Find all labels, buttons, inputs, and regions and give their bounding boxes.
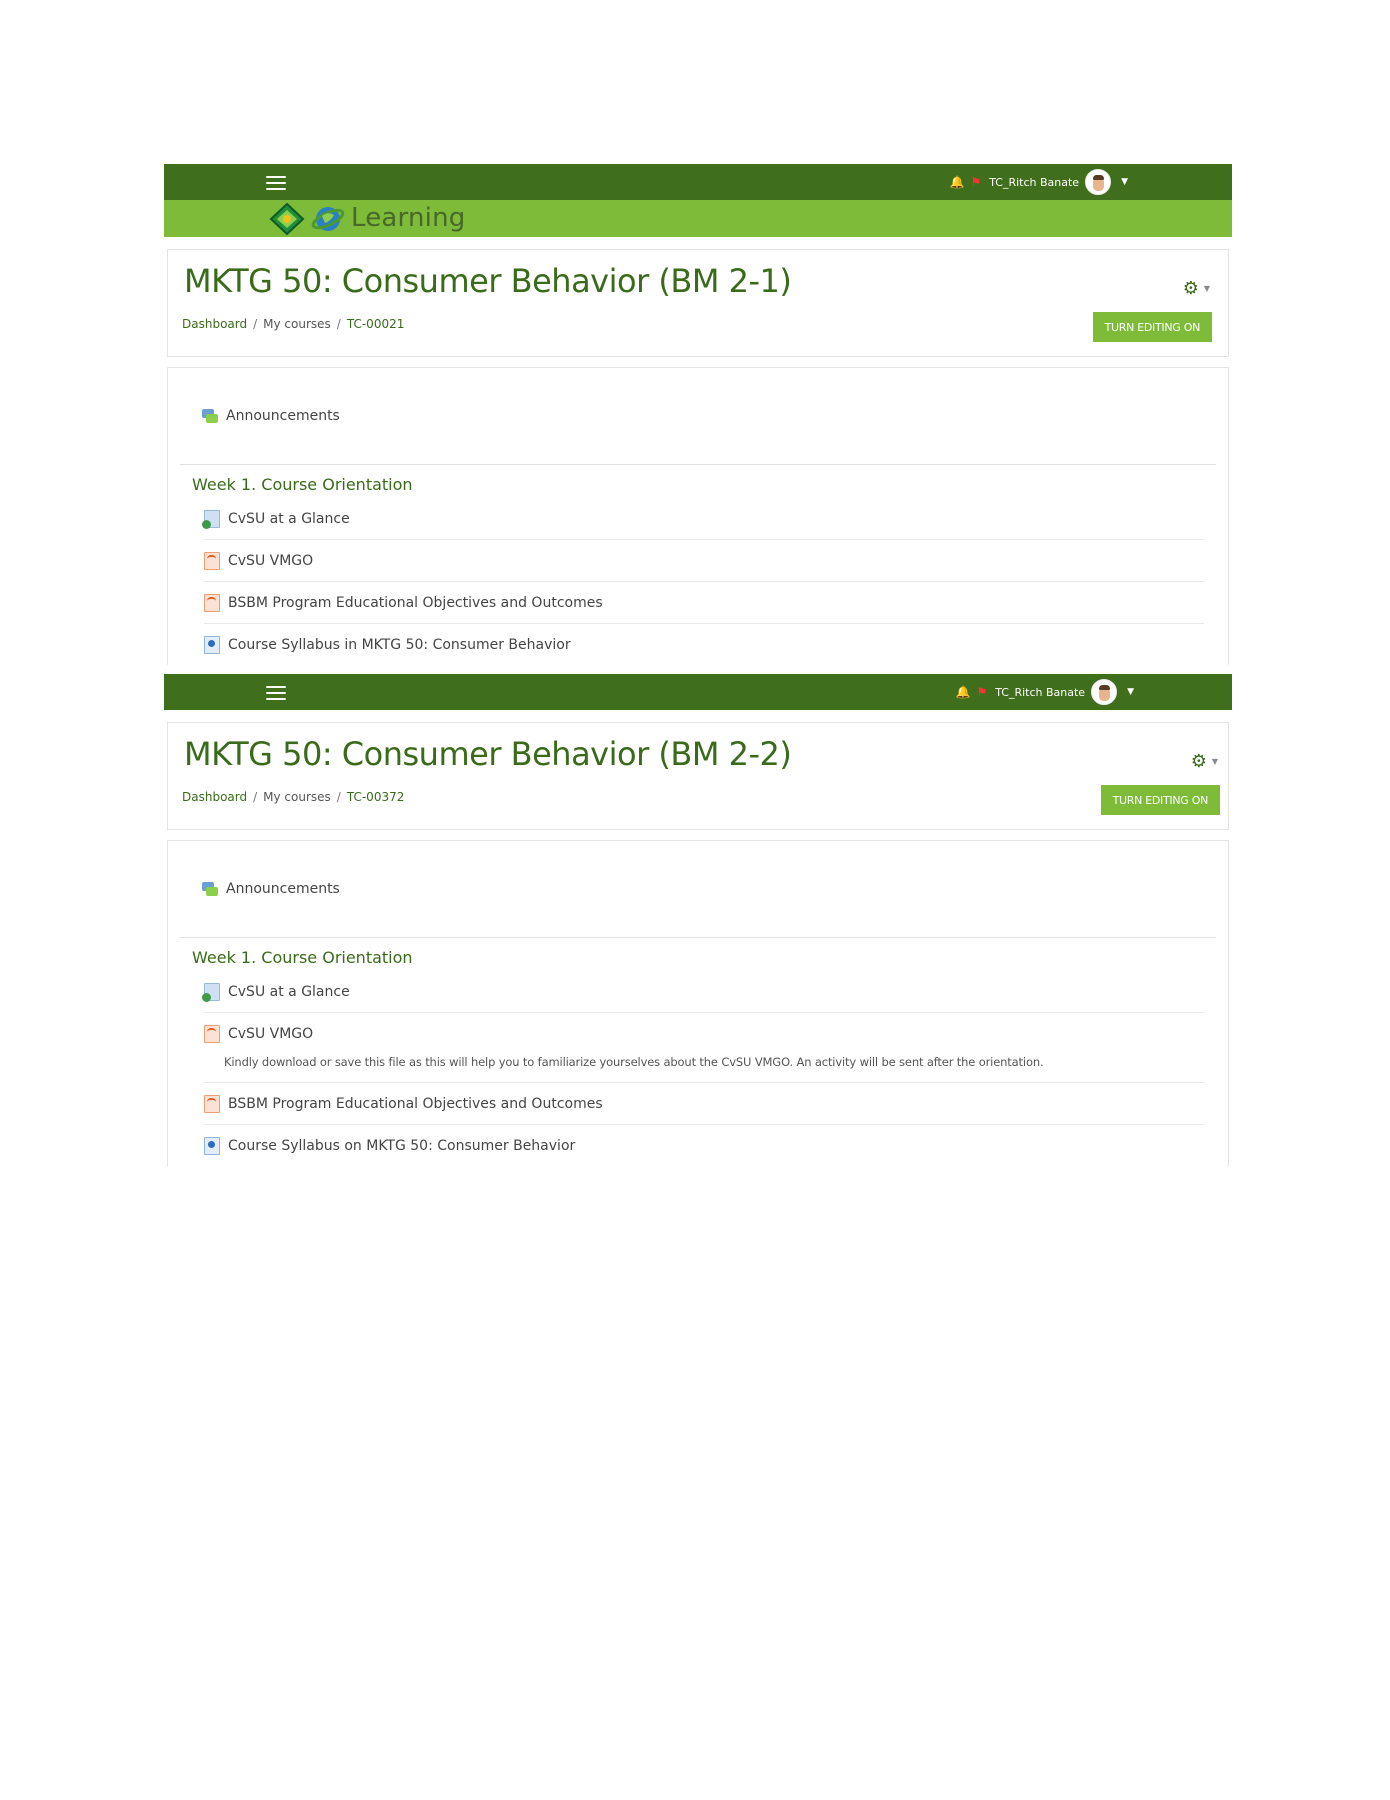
announcements-link[interactable]: Announcements (202, 881, 340, 897)
activity-label: BSBM Program Educational Objectives and … (228, 1096, 603, 1112)
breadcrumb: Dashboard / My courses / TC-00021 (182, 317, 404, 331)
activity-label: BSBM Program Educational Objectives and … (228, 595, 603, 611)
list-item: Course Syllabus on MKTG 50: Consumer Beh… (204, 1125, 1204, 1166)
announcements-row: Announcements (180, 368, 1216, 465)
gear-icon: ⚙ (1190, 751, 1207, 772)
breadcrumb-course-code[interactable]: TC-00372 (347, 790, 405, 804)
activity-label: Course Syllabus on MKTG 50: Consumer Beh… (228, 1138, 576, 1154)
messages-icon[interactable]: ⚑ (970, 176, 981, 188)
activity-link[interactable]: CvSU VMGO (204, 552, 1204, 570)
chevron-down-icon: ▼ (1211, 757, 1218, 766)
course-content: Announcements Week 1. Course Orientation… (167, 840, 1229, 1166)
doc-icon (204, 636, 220, 654)
bell-icon[interactable]: 🔔 (949, 176, 964, 188)
turn-editing-on-button[interactable]: TURN EDITING ON (1092, 312, 1212, 342)
announcements-link[interactable]: Announcements (202, 408, 340, 424)
list-item: BSBM Program Educational Objectives and … (204, 1083, 1204, 1125)
cvsu-seal-icon (269, 202, 305, 235)
activity-label: CvSU at a Glance (228, 984, 350, 1000)
activity-description: Kindly download or save this file as thi… (224, 1055, 1044, 1069)
course-header: MKTG 50: Consumer Behavior (BM 2-2) Dash… (167, 722, 1229, 830)
activity-label: CvSU VMGO (228, 553, 314, 569)
activity-label: CvSU at a Glance (228, 511, 350, 527)
course-content: Announcements Week 1. Course Orientation… (167, 367, 1229, 665)
url-icon (202, 983, 220, 1002)
breadcrumb: Dashboard / My courses / TC-00372 (182, 790, 404, 804)
breadcrumb-separator: / (336, 317, 341, 331)
list-item: CvSU VMGO Kindly download or save this f… (204, 1013, 1204, 1083)
course-settings-menu[interactable]: ⚙ ▼ (1191, 751, 1218, 772)
course-settings-menu[interactable]: ⚙ ▼ (1183, 278, 1210, 299)
brand-bar: Learning (164, 200, 1232, 237)
breadcrumb-separator: / (336, 790, 341, 804)
site-logo[interactable]: Learning (269, 202, 465, 235)
breadcrumb-separator: / (253, 790, 258, 804)
user-menu-caret-icon[interactable]: ▼ (1127, 687, 1134, 697)
forum-icon (202, 408, 218, 424)
course-header: MKTG 50: Consumer Behavior (BM 2-1) Dash… (167, 249, 1229, 357)
pdf-icon (204, 1025, 220, 1043)
activity-link[interactable]: CvSU VMGO (204, 1025, 1204, 1043)
user-nav: 🔔 ⚑ TC_Ritch Banate ▼ (949, 164, 1128, 200)
url-icon (202, 510, 220, 529)
hamburger-menu-icon[interactable] (266, 683, 286, 701)
section-title[interactable]: Week 1. Course Orientation (192, 948, 1228, 967)
activity-list: CvSU at a Glance CvSU VMGO BSBM Program … (168, 498, 1228, 665)
pdf-icon (204, 1095, 220, 1113)
announcements-label: Announcements (226, 408, 340, 424)
user-name[interactable]: TC_Ritch Banate (995, 686, 1085, 699)
page-title: MKTG 50: Consumer Behavior (BM 2-2) (184, 735, 792, 773)
list-item: Course Syllabus in MKTG 50: Consumer Beh… (204, 624, 1204, 665)
user-menu-caret-icon[interactable]: ▼ (1121, 177, 1128, 187)
list-item: BSBM Program Educational Objectives and … (204, 582, 1204, 624)
activity-link[interactable]: Course Syllabus on MKTG 50: Consumer Beh… (204, 1137, 1204, 1155)
breadcrumb-my-courses[interactable]: My courses (263, 317, 331, 331)
course-screen-bm-2-1: 🔔 ⚑ TC_Ritch Banate ▼ Learning MKTG 50: … (164, 164, 1232, 665)
user-nav: 🔔 ⚑ TC_Ritch Banate ▼ (955, 674, 1134, 710)
announcements-row: Announcements (180, 841, 1216, 938)
breadcrumb-dashboard[interactable]: Dashboard (182, 317, 247, 331)
messages-icon[interactable]: ⚑ (976, 686, 987, 698)
section-title[interactable]: Week 1. Course Orientation (192, 475, 1228, 494)
logo-text: Learning (351, 202, 466, 233)
activity-link[interactable]: BSBM Program Educational Objectives and … (204, 1095, 1204, 1113)
activity-link[interactable]: CvSU at a Glance (202, 983, 1204, 1002)
activity-label: CvSU VMGO (228, 1026, 314, 1042)
forum-icon (202, 881, 218, 897)
activity-list: CvSU at a Glance CvSU VMGO Kindly downlo… (168, 971, 1228, 1166)
page-title: MKTG 50: Consumer Behavior (BM 2-1) (184, 262, 792, 300)
breadcrumb-separator: / (253, 317, 258, 331)
course-screen-bm-2-2: 🔔 ⚑ TC_Ritch Banate ▼ MKTG 50: Consumer … (164, 674, 1232, 1166)
chevron-down-icon: ▼ (1203, 284, 1210, 293)
breadcrumb-my-courses[interactable]: My courses (263, 790, 331, 804)
announcements-label: Announcements (226, 881, 340, 897)
list-item: CvSU at a Glance (202, 971, 1204, 1013)
top-navbar: 🔔 ⚑ TC_Ritch Banate ▼ (164, 674, 1232, 710)
list-item: CvSU at a Glance (202, 498, 1204, 540)
breadcrumb-course-code[interactable]: TC-00021 (347, 317, 405, 331)
list-item: CvSU VMGO (204, 540, 1204, 582)
avatar[interactable] (1085, 169, 1112, 195)
breadcrumb-dashboard[interactable]: Dashboard (182, 790, 247, 804)
top-navbar: 🔔 ⚑ TC_Ritch Banate ▼ (164, 164, 1232, 200)
pdf-icon (204, 552, 220, 570)
activity-link[interactable]: Course Syllabus in MKTG 50: Consumer Beh… (204, 636, 1204, 654)
pdf-icon (204, 594, 220, 612)
globe-logo-icon (311, 206, 345, 231)
activity-link[interactable]: BSBM Program Educational Objectives and … (204, 594, 1204, 612)
turn-editing-on-button[interactable]: TURN EDITING ON (1100, 785, 1220, 815)
doc-icon (204, 1137, 220, 1155)
avatar[interactable] (1091, 679, 1118, 705)
user-name[interactable]: TC_Ritch Banate (989, 176, 1079, 189)
activity-label: Course Syllabus in MKTG 50: Consumer Beh… (228, 637, 571, 653)
gear-icon: ⚙ (1182, 278, 1199, 299)
bell-icon[interactable]: 🔔 (955, 686, 970, 698)
hamburger-menu-icon[interactable] (266, 173, 286, 191)
activity-link[interactable]: CvSU at a Glance (202, 510, 1204, 529)
